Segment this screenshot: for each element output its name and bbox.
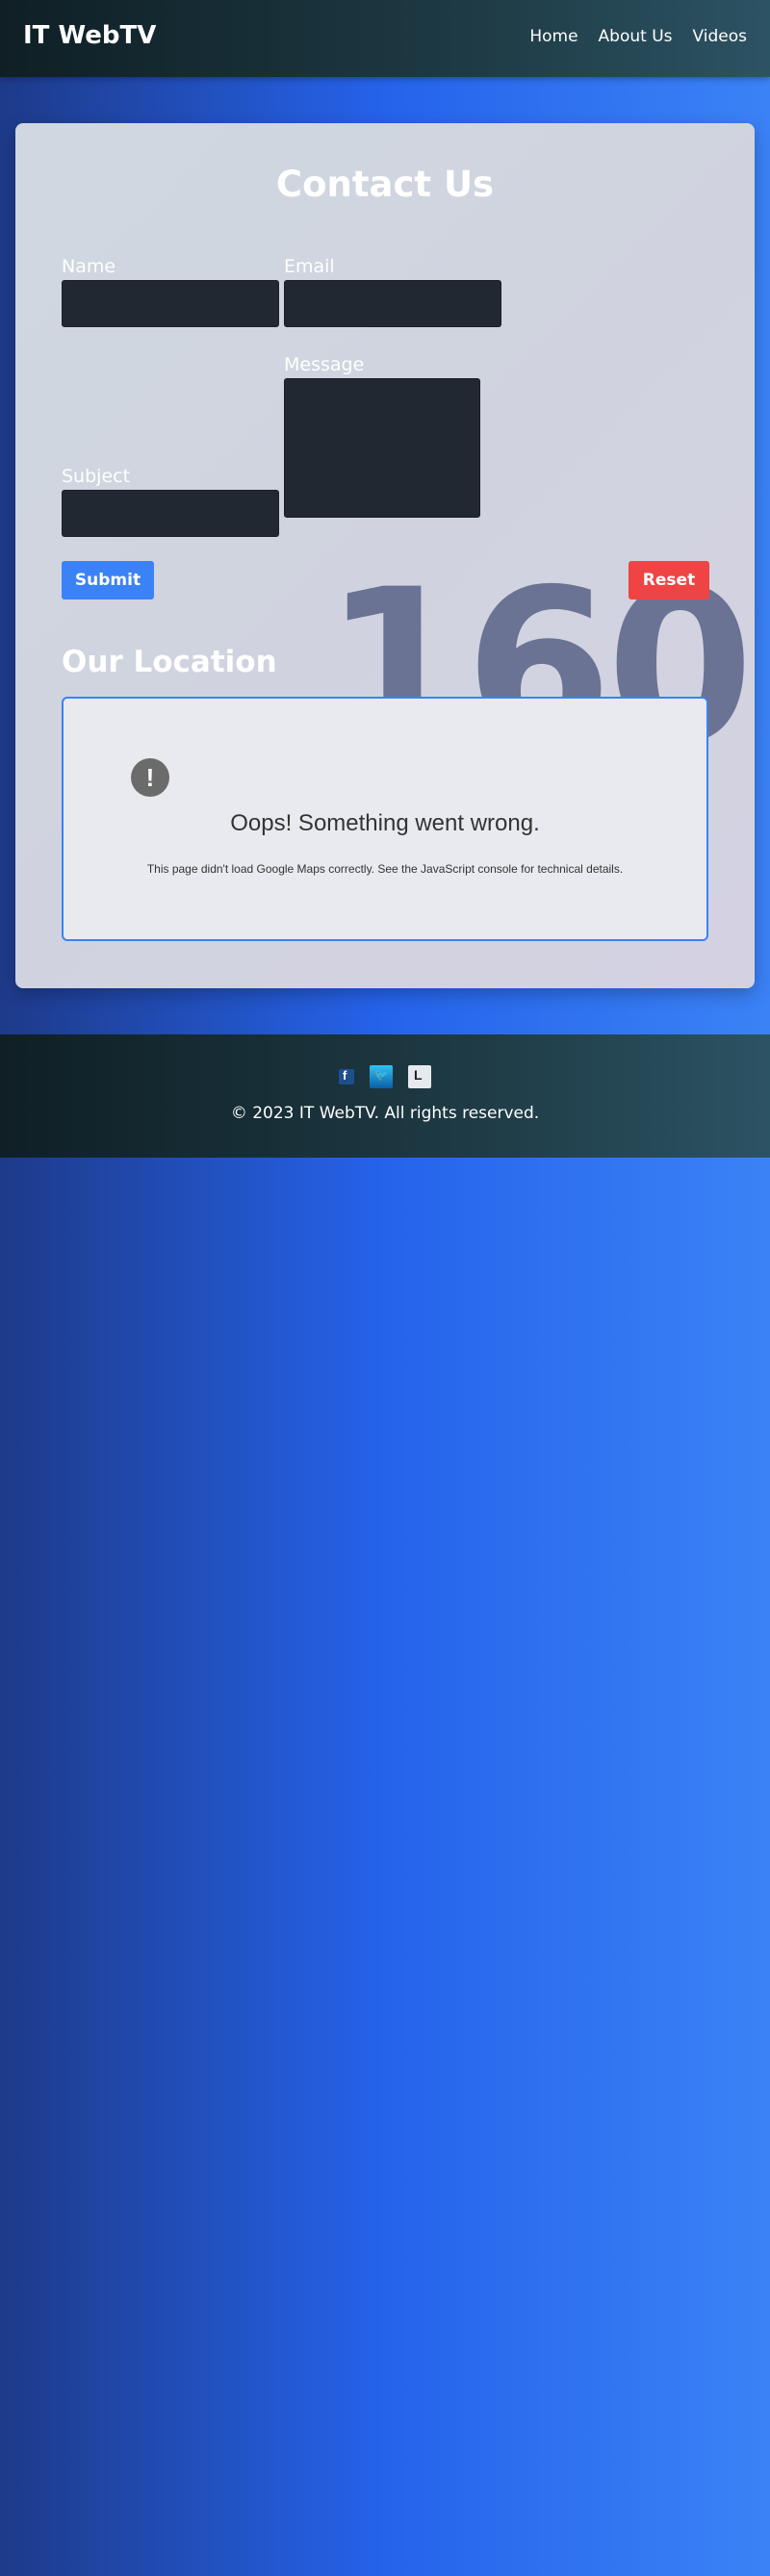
contact-card: 1600 Contact Us Name Email Message Subje… [15,123,755,988]
email-label: Email [284,256,335,277]
site-header: IT WebTV Home About Us Videos [0,0,770,77]
reset-button[interactable]: Reset [629,561,709,599]
site-footer: f 🐦 L © 2023 IT WebTV. All rights reserv… [0,1034,770,1158]
social-links: f 🐦 L [0,1065,770,1088]
site-logo[interactable]: IT WebTV [23,21,156,50]
page-title: Contact Us [275,164,495,205]
map-error-text: This page didn't load Google Maps correc… [146,862,624,876]
location-title: Our Location [62,645,277,679]
facebook-icon[interactable]: f [339,1068,354,1084]
linkedin-icon[interactable]: L [408,1065,431,1088]
email-field[interactable] [284,280,501,327]
submit-button[interactable]: Submit [62,561,154,599]
map-error-title: Oops! Something went wrong. [230,810,540,836]
name-label: Name [62,256,116,277]
nav-link-about[interactable]: About Us [599,27,673,46]
subject-label: Subject [62,466,131,487]
subject-field[interactable] [62,490,279,537]
error-icon: ! [131,758,169,797]
copyright-text: © 2023 IT WebTV. All rights reserved. [230,1104,540,1123]
nav-link-home[interactable]: Home [529,27,578,46]
twitter-icon[interactable]: 🐦 [370,1065,393,1088]
nav-link-videos[interactable]: Videos [693,27,748,46]
message-textarea[interactable] [284,378,480,518]
map-embed[interactable]: ! Oops! Something went wrong. This page … [62,697,708,941]
main-nav: Home About Us Videos [529,27,747,46]
message-label: Message [284,354,365,375]
name-field[interactable] [62,280,279,327]
